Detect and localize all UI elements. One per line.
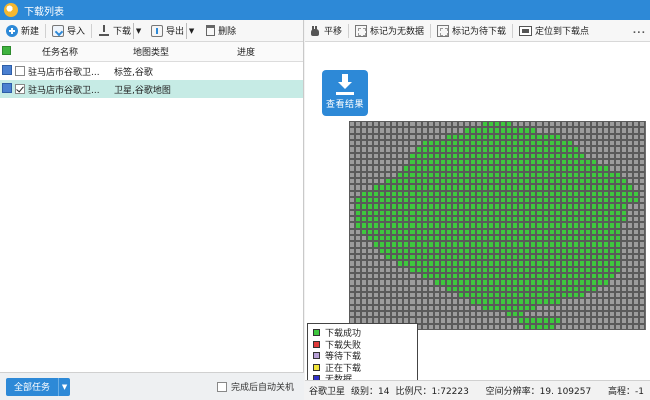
download-dropdown-arrow-icon[interactable]: ▼ [133, 22, 143, 39]
task-status-icon [2, 64, 12, 75]
mark-icon [355, 24, 368, 37]
status-scale: 比例尺：1:72223 [395, 387, 469, 397]
mark-pending-button[interactable]: 标记为待下载 [433, 22, 510, 40]
new-button[interactable]: 新建 [2, 22, 43, 40]
plus-icon [6, 24, 18, 37]
task-toolbar: 新建 导入 下载 ▼ 导出 ▼ 删除 [0, 20, 303, 42]
task-list-panel: 新建 导入 下载 ▼ 导出 ▼ 删除 任务名称 地图类型 进度 驻马店市谷歌卫.… [0, 20, 304, 400]
column-header-map-type[interactable]: 地图类型 [106, 45, 196, 58]
import-icon [52, 24, 65, 37]
export-icon [151, 24, 164, 37]
task-status-icon [2, 82, 12, 93]
locate-icon [519, 25, 533, 36]
title-bar: 下载列表 [0, 0, 650, 20]
export-button[interactable]: 导出 ▼ [147, 22, 200, 40]
auto-shutdown-checkbox[interactable] [216, 381, 227, 392]
toolbar-divider [430, 23, 432, 38]
map-tile[interactable] [639, 323, 646, 330]
task-name: 驻马店市谷歌卫... [28, 85, 100, 96]
all-tasks-button[interactable]: 全部任务 ▼ [6, 377, 71, 396]
task-panel-footer: 全部任务 ▼ 完成后自动关机 [0, 372, 304, 400]
toolbar-divider [91, 23, 93, 38]
import-button[interactable]: 导入 [48, 22, 89, 40]
task-table-header: 任务名称 地图类型 进度 [0, 42, 303, 62]
auto-shutdown-option[interactable]: 完成后自动关机 [216, 380, 294, 393]
map-toolbar: 平移 标记为无数据 标记为待下载 定位到下载点 ... [305, 20, 650, 42]
task-name: 驻马店市谷歌卫... [28, 67, 100, 78]
select-all-icon[interactable] [2, 45, 11, 55]
download-button[interactable]: 下载 ▼ [94, 22, 147, 40]
delete-label: 删除 [218, 27, 237, 37]
locate-button[interactable]: 定位到下载点 [515, 22, 593, 40]
legend-label: 无数据 [325, 372, 352, 380]
export-label: 导出 [166, 27, 185, 37]
all-tasks-dropdown-arrow-icon[interactable]: ▼ [58, 377, 70, 396]
view-result-button[interactable]: 查看结果 [322, 70, 368, 116]
toolbar-divider [45, 23, 47, 38]
status-bar: 谷歌卫星 级别：14 比例尺：1:72223 空间分辨率：19. 109257 … [305, 380, 650, 400]
status-level: 级别：14 [351, 387, 390, 397]
pan-label: 平移 [324, 27, 343, 37]
toolbar-divider [348, 23, 350, 38]
task-map-type: 标签,谷歌 [114, 67, 153, 78]
auto-shutdown-label: 完成后自动关机 [230, 383, 294, 393]
legend-swatch [313, 363, 320, 371]
select-all-cell[interactable] [0, 45, 14, 58]
tile-grid[interactable] [349, 121, 646, 330]
legend-swatch [313, 352, 320, 360]
export-dropdown-arrow-icon[interactable]: ▼ [186, 22, 196, 39]
task-row[interactable]: 驻马店市谷歌卫... 标签,谷歌 [0, 62, 303, 80]
more-options-icon[interactable]: ... [633, 26, 646, 36]
download-arrow-icon [334, 74, 356, 96]
map-canvas[interactable]: 查看结果 下载成功下载失败等待下载正在下载无数据被过滤 [305, 42, 650, 380]
trash-icon [206, 25, 216, 36]
task-row-selected[interactable]: 驻马店市谷歌卫... 卫星,谷歌地图 [0, 80, 303, 98]
legend-swatch [313, 329, 320, 337]
toolbar-divider [512, 23, 514, 38]
mark-icon [437, 24, 450, 37]
locate-label: 定位到下载点 [535, 27, 590, 37]
map-panel: 平移 标记为无数据 标记为待下载 定位到下载点 ... 查看结果 下载成功 下载失… [305, 20, 650, 400]
status-resolution: 空间分辨率：19. 109257 [485, 387, 592, 397]
legend-item: 无数据 [313, 373, 412, 380]
download-icon [98, 24, 110, 37]
delete-button[interactable]: 删除 [200, 22, 240, 40]
task-map-type: 卫星,谷歌地图 [114, 85, 171, 96]
task-checkbox-checked[interactable] [15, 84, 25, 94]
status-elevation: 高程：-1 [608, 387, 644, 397]
view-result-label: 查看结果 [325, 100, 364, 110]
tile-legend: 下载成功下载失败等待下载正在下载无数据被过滤 [307, 323, 418, 380]
mark-no-data-button[interactable]: 标记为无数据 [351, 22, 428, 40]
app-logo-icon [4, 3, 18, 17]
hand-icon [309, 25, 321, 37]
window-title: 下载列表 [24, 6, 64, 18]
all-tasks-label: 全部任务 [14, 383, 51, 393]
legend-swatch [313, 340, 320, 348]
status-map-name: 谷歌卫星 [309, 387, 346, 397]
task-checkbox[interactable] [15, 66, 25, 76]
mark-pending-label: 标记为待下载 [452, 27, 507, 37]
pan-button[interactable]: 平移 [305, 22, 346, 40]
column-header-name[interactable]: 任务名称 [14, 45, 106, 58]
mark-no-data-label: 标记为无数据 [370, 27, 425, 37]
new-label: 新建 [21, 27, 40, 37]
download-label: 下载 [113, 27, 132, 37]
column-header-progress[interactable]: 进度 [196, 45, 296, 58]
import-label: 导入 [67, 27, 86, 37]
